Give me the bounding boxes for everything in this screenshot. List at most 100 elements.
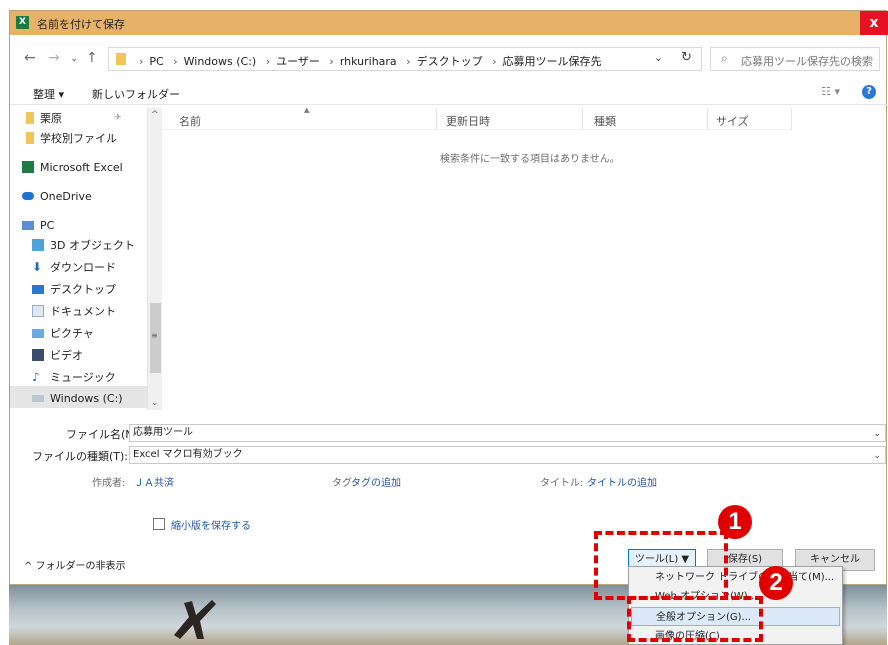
sidebar-item-microsoft-excel[interactable]: Microsoft Excel bbox=[22, 157, 123, 177]
file-list[interactable]: ▲ 名前 更新日時 種類 サイズ 検索条件に一致する項目はありません。 bbox=[162, 106, 888, 410]
navigation-pane: 栗原 ✈ 学校別ファイル Microsoft Excel OneDrive PC… bbox=[10, 108, 162, 410]
search-placeholder: 応募用ツール保存先の検索 bbox=[741, 55, 873, 68]
refresh-icon[interactable]: ↻ bbox=[681, 50, 692, 65]
excel-app-icon: X bbox=[16, 16, 29, 29]
filetype-select[interactable]: Excel マクロ有効ブック ⌄ bbox=[129, 446, 886, 464]
empty-list-message: 検索条件に一致する項目はありません。 bbox=[440, 154, 620, 165]
search-input[interactable]: ⌕ 応募用ツール保存先の検索 bbox=[710, 47, 880, 71]
sidebar-item-label: Microsoft Excel bbox=[40, 160, 123, 174]
sidebar-item-label: ビデオ bbox=[50, 349, 83, 362]
sidebar-item-label: ドキュメント bbox=[50, 305, 116, 318]
pin-icon[interactable]: ✈ bbox=[114, 113, 122, 123]
save-thumbnail-checkbox[interactable] bbox=[153, 518, 165, 530]
title-bar: X 名前を付けて保存 x bbox=[10, 11, 888, 35]
command-bar: 整理 ▾ 新しいフォルダー ☷ ▾ ? bbox=[10, 81, 888, 105]
breadcrumb-drive[interactable]: Windows (C:) bbox=[184, 55, 257, 68]
scroll-up-icon[interactable]: ^ bbox=[151, 110, 159, 120]
music-icon: ♪ bbox=[32, 370, 40, 384]
sidebar-item-windows-c[interactable]: Windows (C:) bbox=[32, 388, 123, 408]
scroll-down-icon[interactable]: ⌄ bbox=[151, 398, 159, 408]
column-header-modified[interactable]: 更新日時 bbox=[446, 113, 490, 129]
folder-icon bbox=[26, 112, 34, 124]
sidebar-item-label: 3D オブジェクト bbox=[50, 239, 135, 252]
column-separator[interactable] bbox=[582, 108, 583, 130]
column-header-name[interactable]: 名前 bbox=[179, 113, 201, 129]
video-icon bbox=[32, 349, 44, 361]
filename-field[interactable]: 応募用ツール ⌄ bbox=[129, 424, 886, 442]
breadcrumb-user[interactable]: rhkurihara bbox=[340, 55, 397, 68]
sidebar-item-label: OneDrive bbox=[40, 189, 92, 203]
forward-arrow-icon[interactable]: → bbox=[48, 50, 60, 66]
address-dropdown-icon[interactable]: ⌄ bbox=[654, 51, 663, 64]
title-value[interactable]: タイトルの追加 bbox=[587, 474, 657, 489]
sidebar-item-downloads[interactable]: ⬇ ダウンロード bbox=[32, 257, 116, 277]
3d-objects-icon bbox=[32, 239, 44, 251]
sidebar-item-pc[interactable]: PC bbox=[22, 215, 54, 235]
sidebar-item-label: ミュージック bbox=[50, 371, 116, 384]
column-separator[interactable] bbox=[707, 108, 708, 130]
save-thumbnail-label[interactable]: 縮小版を保存する bbox=[171, 517, 251, 532]
sidebar-item-pictures[interactable]: ピクチャ bbox=[32, 323, 94, 343]
tags-value[interactable]: タグの追加 bbox=[351, 474, 401, 489]
breadcrumb-separator: › bbox=[492, 55, 497, 68]
filename-value: 応募用ツール bbox=[133, 427, 193, 438]
sidebar-item-music[interactable]: ♪ ミュージック bbox=[32, 367, 116, 387]
desktop-icon bbox=[32, 284, 44, 294]
sidebar-item-label: ダウンロード bbox=[50, 261, 116, 274]
breadcrumb-separator: › bbox=[139, 55, 144, 68]
recent-locations-icon[interactable]: ⌄ bbox=[70, 53, 78, 64]
sidebar-item-label: デスクトップ bbox=[50, 283, 116, 296]
folder-icon bbox=[116, 53, 126, 65]
organize-button[interactable]: 整理 ▾ bbox=[33, 86, 64, 102]
navigation-scrollbar[interactable]: ^ ≡ ⌄ bbox=[147, 108, 162, 410]
view-options-button[interactable]: ☷ ▾ bbox=[821, 85, 840, 98]
filetype-value: Excel マクロ有効ブック bbox=[133, 449, 243, 460]
sidebar-item-onedrive[interactable]: OneDrive bbox=[22, 186, 92, 206]
breadcrumb: › PC › Windows (C:) › ユーザー › rhkurihara › デスク… bbox=[133, 53, 601, 69]
new-folder-button[interactable]: 新しいフォルダー bbox=[92, 86, 180, 102]
sort-ascending-icon: ▲ bbox=[304, 106, 310, 114]
chevron-down-icon[interactable]: ⌄ bbox=[873, 448, 881, 464]
author-value[interactable]: ＪＡ共済 bbox=[134, 474, 174, 489]
breadcrumb-separator: › bbox=[265, 55, 271, 68]
breadcrumb-separator: › bbox=[406, 55, 411, 68]
sidebar-item-label: 栗原 bbox=[40, 112, 62, 125]
sidebar-item-kurihara[interactable]: 栗原 ✈ bbox=[22, 108, 122, 128]
sidebar-item-desktop[interactable]: デスクトップ bbox=[32, 279, 116, 299]
breadcrumb-separator: › bbox=[329, 55, 334, 68]
cloud-icon bbox=[22, 192, 34, 200]
column-header-type[interactable]: 種類 bbox=[594, 113, 616, 129]
sidebar-item-label: 学校別ファイル bbox=[40, 132, 117, 145]
breadcrumb-separator: › bbox=[173, 55, 178, 68]
window-title: 名前を付けて保存 bbox=[37, 18, 125, 31]
sidebar-item-documents[interactable]: ドキュメント bbox=[32, 301, 116, 321]
pc-icon bbox=[22, 220, 34, 230]
sidebar-item-videos[interactable]: ビデオ bbox=[32, 345, 83, 365]
save-form: ファイル名(N): 応募用ツール ⌄ ファイルの種類(T): Excel マクロ… bbox=[10, 421, 888, 541]
hide-folders-button[interactable]: ^ フォルダーの非表示 bbox=[24, 557, 126, 572]
file-list-header: ▲ 名前 更新日時 種類 サイズ bbox=[162, 106, 792, 130]
up-folder-icon[interactable]: ↑ bbox=[86, 50, 98, 66]
help-icon[interactable]: ? bbox=[862, 85, 876, 99]
breadcrumb-users[interactable]: ユーザー bbox=[276, 55, 320, 68]
callout-highlight-tools bbox=[594, 531, 728, 600]
breadcrumb-desktop[interactable]: デスクトップ bbox=[417, 55, 483, 68]
back-arrow-icon[interactable]: ← bbox=[24, 50, 36, 66]
sidebar-item-label: ピクチャ bbox=[50, 327, 94, 340]
column-header-size[interactable]: サイズ bbox=[716, 113, 749, 129]
pictures-icon bbox=[32, 328, 44, 338]
column-separator[interactable] bbox=[436, 108, 437, 130]
close-button[interactable]: x bbox=[860, 11, 888, 35]
search-icon: ⌕ bbox=[721, 51, 728, 65]
column-separator[interactable] bbox=[791, 108, 792, 130]
chevron-down-icon[interactable]: ⌄ bbox=[873, 426, 881, 442]
scroll-thumb[interactable]: ≡ bbox=[150, 303, 161, 373]
sidebar-item-school-files[interactable]: 学校別ファイル bbox=[22, 128, 117, 148]
filetype-label: ファイルの種類(T): bbox=[32, 450, 129, 463]
address-bar[interactable]: › PC › Windows (C:) › ユーザー › rhkurihara › デスク… bbox=[108, 47, 702, 71]
excel-icon bbox=[22, 161, 34, 173]
sidebar-item-3d-objects[interactable]: 3D オブジェクト bbox=[32, 235, 135, 255]
documents-icon bbox=[32, 305, 44, 317]
breadcrumb-pc[interactable]: PC bbox=[149, 55, 163, 68]
breadcrumb-current-folder[interactable]: 応募用ツール保存先 bbox=[502, 55, 601, 68]
